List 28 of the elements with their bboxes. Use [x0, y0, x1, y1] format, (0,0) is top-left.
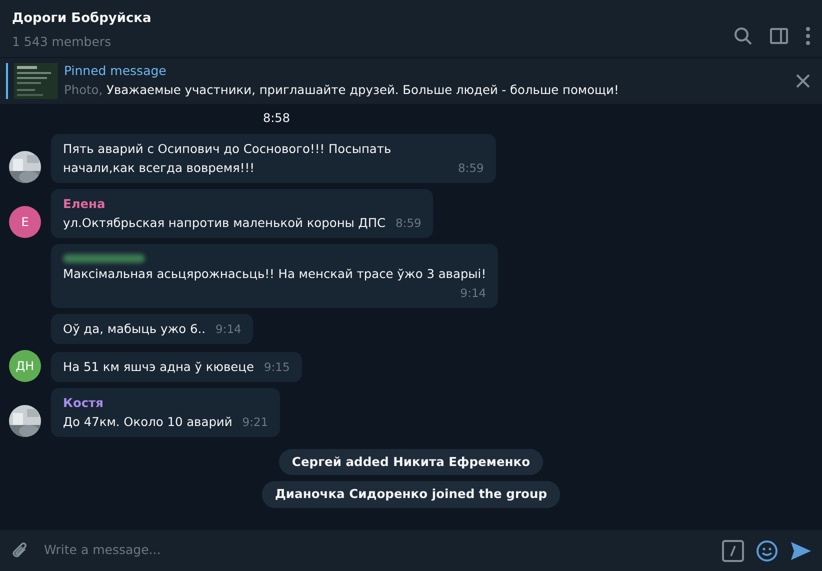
- message-text: Пять аварий с Осипович до Соснового!!! Посыпать начали,как всегда вовремя!!!: [63, 141, 392, 177]
- close-icon[interactable]: [796, 74, 810, 88]
- pinned-text: Photo, Уважаемые участники, приглашайте друзей. Больше людей - больше помощи!: [64, 82, 620, 100]
- message-time: 9:21: [242, 414, 268, 431]
- message-text: Максімальная асьцярожнасьць!! На менскай трасе ўжо 3 аварыі!: [63, 266, 486, 283]
- message-text: До 47км. Около 10 аварий: [63, 414, 232, 431]
- sender-name[interactable]: Костя: [63, 394, 268, 413]
- bot-commands-icon[interactable]: [722, 540, 744, 562]
- message-time: 8:59: [396, 215, 422, 232]
- emoji-icon[interactable]: [756, 540, 778, 562]
- pinned-title[interactable]: Pinned message: [64, 62, 790, 82]
- message-text: На 51 км яшчэ адна ў кювеце: [63, 359, 254, 376]
- message-text: Оў да, мабыць ужо 6..: [63, 321, 206, 338]
- message-time: 9:14: [460, 285, 486, 302]
- message-input[interactable]: Write a message...: [42, 540, 710, 561]
- avatar[interactable]: Е: [9, 206, 41, 238]
- message-text: ул.Октябрьская напротив маленькой короны ДПС: [63, 215, 386, 232]
- send-icon[interactable]: [790, 540, 812, 560]
- avatar[interactable]: ДН: [9, 350, 41, 382]
- message-time: 9:14: [216, 321, 242, 338]
- message-time: 8:59: [458, 160, 484, 177]
- service-message: Дианочка Сидоренко joined the group: [262, 481, 560, 508]
- member-count: 1 543 members: [12, 32, 112, 50]
- chat-title: Дороги Бобруйска: [12, 10, 152, 28]
- message-time: 9:15: [264, 359, 290, 376]
- sender-name[interactable]: Елена: [63, 195, 422, 214]
- service-message: Сергей added Никита Ефременко: [278, 449, 544, 476]
- pinned-accent-bar: [6, 63, 8, 99]
